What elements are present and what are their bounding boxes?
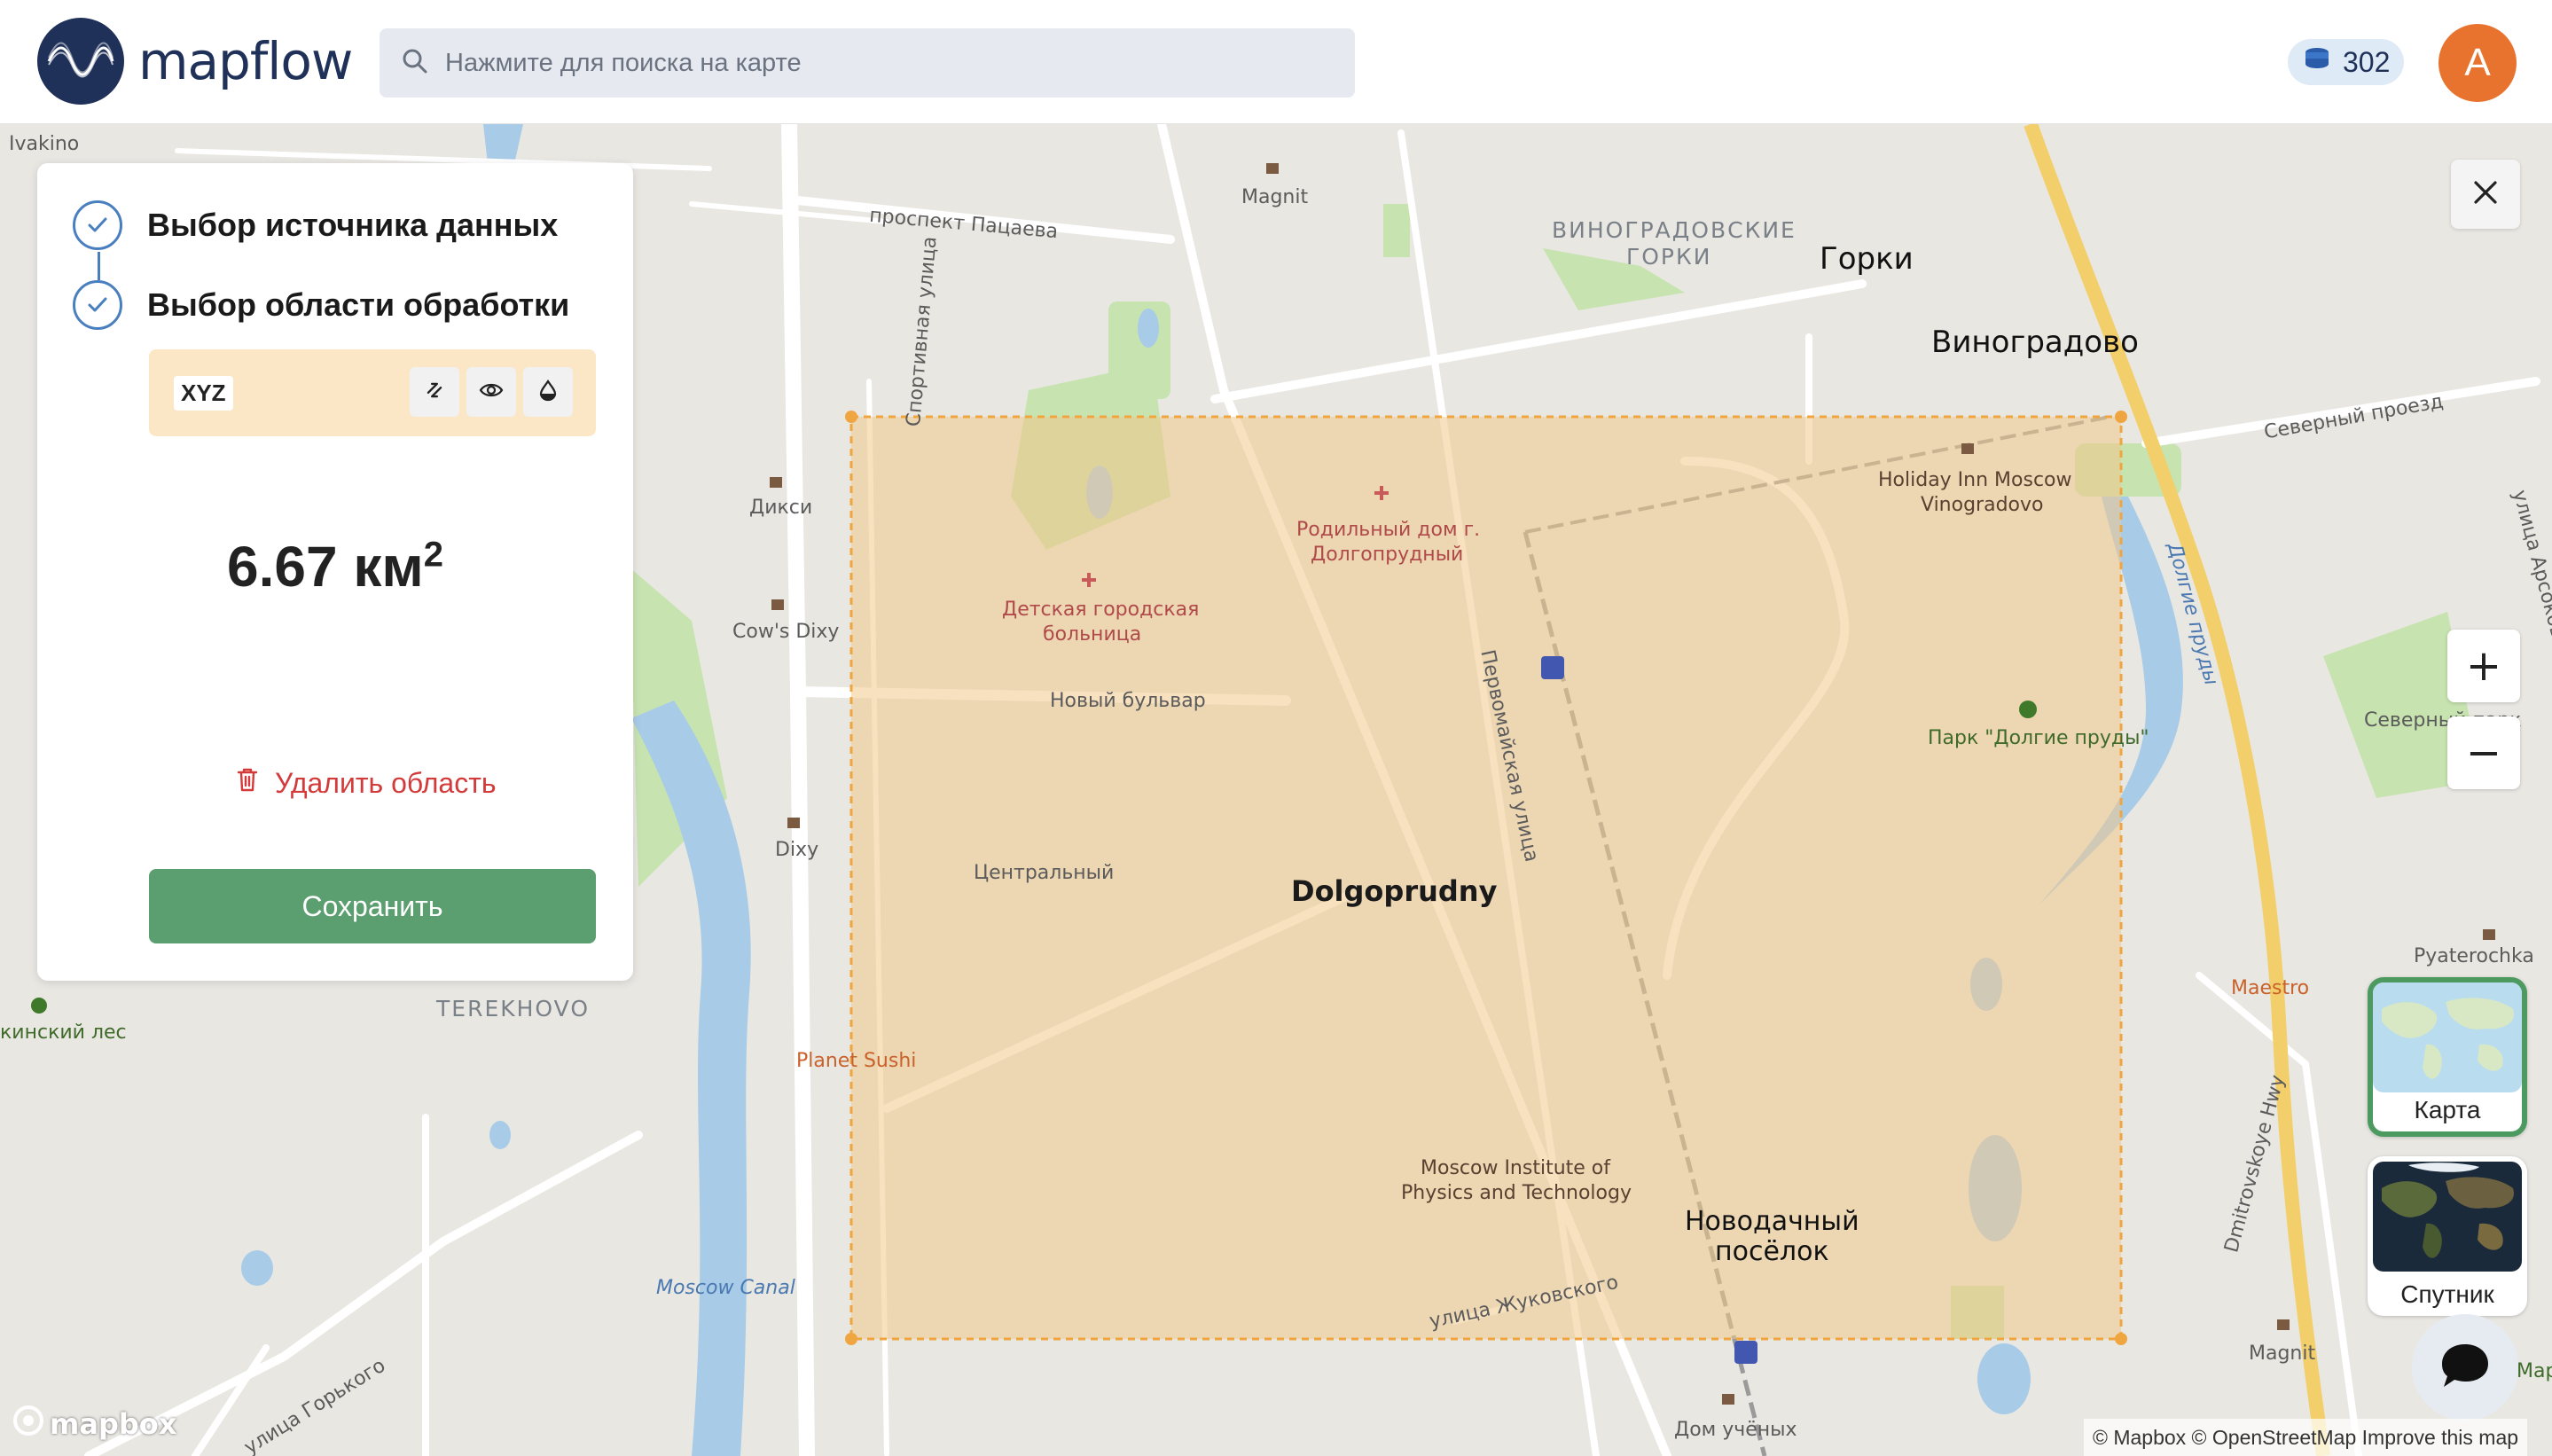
map-label: Magnit (1241, 186, 1309, 208)
basemap-map-button[interactable]: Карта (2368, 977, 2527, 1137)
map-label: больница (1043, 623, 1142, 646)
eye-icon (479, 380, 504, 403)
delete-area-button[interactable]: Удалить область (236, 766, 497, 800)
mapbox-logo[interactable]: mapbox (12, 1405, 176, 1444)
layer-card: XYZ (149, 349, 596, 436)
map-label: Cow's Dixy (732, 621, 840, 643)
map-label: Dolgoprudny (1291, 874, 1498, 908)
map-label: ГОРКИ (1626, 244, 1712, 270)
swap-arrows-icon (423, 379, 446, 405)
map-label: Dixy (775, 839, 819, 861)
map-label: Vinogradovo (1921, 494, 2044, 516)
search-icon (401, 47, 429, 79)
map-label: Горки (1820, 241, 1914, 277)
map-label: ВИНОГРАДОВСКИЕ (1552, 217, 1797, 243)
map-label: Долгопрудный (1311, 544, 1464, 566)
mapbox-icon (12, 1405, 44, 1444)
user-avatar[interactable]: A (2438, 24, 2517, 102)
close-icon (2470, 177, 2501, 211)
step-label: Выбор области обработки (147, 286, 570, 323)
map-label: Дикси (749, 497, 813, 519)
close-button[interactable] (2451, 160, 2520, 229)
map-label: Виноградово (1931, 325, 2139, 360)
check-icon (73, 280, 122, 330)
map-label: Moscow Institute of (1421, 1157, 1611, 1179)
map-label: Новый бульвар (1050, 690, 1206, 712)
zoom-out-button[interactable]: − (2447, 716, 2520, 789)
map-label: TEREKHOVO (436, 996, 591, 1022)
drop-icon (538, 379, 558, 405)
opacity-button[interactable] (523, 367, 573, 417)
credits-value: 302 (2343, 45, 2391, 78)
app-header: mapflow 302 A (0, 0, 2552, 124)
chat-button[interactable] (2412, 1314, 2518, 1421)
search-input[interactable] (445, 48, 1296, 78)
layer-label: Спутник (2400, 1280, 2494, 1308)
layer-label: Карта (2414, 1096, 2481, 1123)
area-value: 6.67 км2 (227, 535, 443, 599)
trash-icon (236, 766, 259, 800)
map-label: Парк "Долгие пруды" (1928, 727, 2149, 749)
step-connector (98, 252, 100, 280)
swap-button[interactable] (410, 367, 459, 417)
visibility-button[interactable] (466, 367, 516, 417)
map-label: Центральный (974, 862, 1115, 884)
map-label: Holiday Inn Moscow (1878, 469, 2072, 491)
map-label: Physics and Technology (1401, 1182, 1632, 1204)
map-label: Мар (2517, 1360, 2552, 1382)
map-label: кинский лес (0, 1022, 127, 1044)
delete-label: Удалить область (275, 766, 497, 799)
map-label: Родильный дом г. (1296, 519, 1481, 541)
satellite-thumbnail (2373, 1162, 2522, 1272)
basemap-satellite-button[interactable]: Спутник (2368, 1156, 2527, 1316)
coins-icon (2302, 45, 2332, 79)
map-label: Magnit (2249, 1342, 2316, 1365)
mapbox-wordmark: mapbox (50, 1407, 177, 1441)
map-label: Ivakino (9, 133, 80, 155)
map-label: Дом учёных (1674, 1419, 1797, 1441)
map-label: посёлок (1715, 1236, 1829, 1267)
map-label: Maestro (2231, 977, 2310, 999)
zoom-in-button[interactable]: + (2447, 630, 2520, 702)
step-data-source[interactable]: Выбор источника данных (73, 200, 558, 250)
credits-balance[interactable]: 302 (2288, 39, 2405, 85)
map-label: Planet Sushi (796, 1050, 917, 1072)
step-processing-area[interactable]: Выбор области обработки (73, 280, 569, 330)
logo[interactable]: mapflow (37, 18, 353, 105)
logo-wave-icon (37, 18, 124, 105)
map-label: Детская городская (1002, 599, 1200, 621)
chat-bubble-icon (2437, 1339, 2493, 1396)
check-icon (73, 200, 122, 250)
map-attribution[interactable]: © Mapbox © OpenStreetMap Improve this ma… (2084, 1419, 2528, 1456)
layer-source-tag: XYZ (174, 376, 233, 411)
map-search-box[interactable] (380, 28, 1355, 98)
map-label: Новодачный (1685, 1206, 1859, 1237)
save-button[interactable]: Сохранить (149, 869, 596, 943)
map-label: Pyaterochka (2414, 945, 2534, 967)
processing-panel: Выбор источника данных Выбор области обр… (37, 163, 633, 981)
logo-text: mapflow (138, 31, 353, 91)
step-label: Выбор источника данных (147, 207, 559, 243)
map-thumbnail (2373, 982, 2522, 1092)
map-label: Moscow Canal (656, 1277, 795, 1299)
